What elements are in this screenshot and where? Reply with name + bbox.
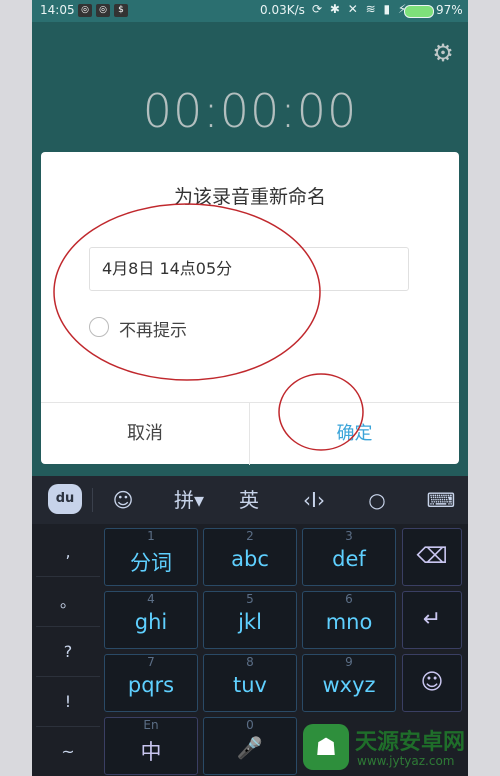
watermark-name: 天源安卓网 — [355, 730, 466, 755]
annotation-ellipse-input — [53, 203, 321, 381]
watermark-url: www.jytyaz.com — [357, 754, 455, 768]
android-logo-icon: ☗ — [303, 724, 349, 770]
annotation-layer — [53, 203, 364, 451]
annotation-circle-confirm — [278, 373, 364, 451]
site-watermark: ☗ 天源安卓网 www.jytyaz.com — [303, 722, 498, 774]
